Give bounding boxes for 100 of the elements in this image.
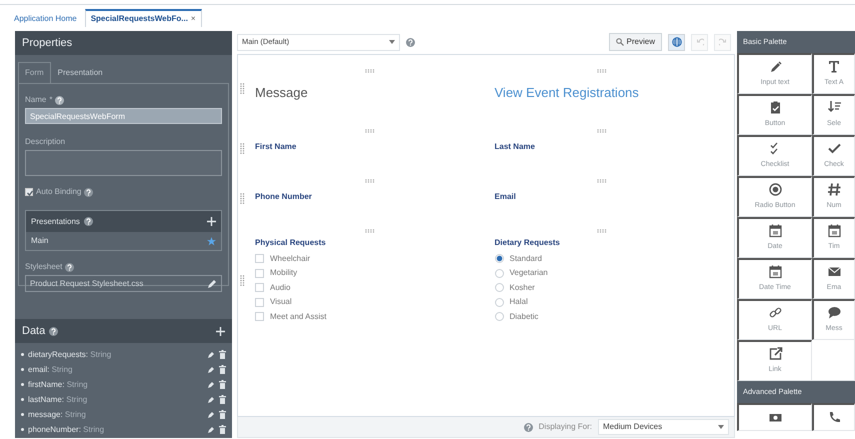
radio-button[interactable] — [494, 283, 504, 292]
checkbox[interactable] — [255, 312, 264, 322]
plus-icon[interactable] — [207, 217, 216, 226]
description-field[interactable] — [25, 150, 222, 176]
trash-icon[interactable] — [219, 365, 226, 374]
data-field[interactable]: lastName: String — [28, 394, 88, 406]
help-icon — [65, 262, 74, 272]
drag-handle-icon — [596, 178, 606, 182]
undo-icon — [696, 38, 704, 46]
radio-button[interactable] — [494, 298, 504, 307]
calendar-icon — [768, 264, 782, 280]
data-field[interactable]: phoneNumber: String — [28, 424, 104, 436]
speech-bubble-icon — [826, 305, 842, 320]
drag-handle-icon — [240, 142, 245, 154]
plus-icon[interactable] — [216, 326, 225, 336]
presentation-item[interactable]: Main — [26, 232, 221, 250]
field-label: Last Name — [494, 140, 536, 152]
document-tab[interactable]: SpecialRequestsWebFo... × — [84, 9, 202, 27]
drag-handle-icon — [596, 228, 606, 232]
footer-label: Displaying For: — [538, 421, 592, 433]
bullet-icon — [21, 398, 24, 401]
option-label: Wheelchair — [270, 252, 310, 265]
drag-handle-icon — [596, 69, 606, 73]
option-label: Visual — [270, 296, 292, 308]
radio-icon — [768, 182, 782, 198]
panel-tab[interactable]: Presentation — [50, 62, 110, 83]
caret-icon — [718, 425, 724, 429]
drag-handle-icon — [365, 69, 375, 73]
field-label: Name — [25, 94, 46, 106]
group-label: Physical Requests — [255, 236, 327, 248]
device-dropdown[interactable]: Medium Devices — [598, 419, 729, 435]
redo-icon — [718, 38, 726, 46]
bullet-icon — [21, 413, 24, 416]
help-icon — [84, 217, 93, 226]
option-label: Halal — [510, 296, 528, 308]
bullet-icon — [21, 368, 24, 371]
form-heading: Message — [255, 84, 309, 102]
trash-icon[interactable] — [219, 395, 226, 404]
field-label: Email — [494, 190, 517, 202]
option-label: Diabetic — [510, 310, 538, 323]
checkbox[interactable] — [25, 188, 33, 196]
trash-icon[interactable] — [219, 380, 226, 389]
drag-handle-icon — [240, 192, 245, 204]
required-mark: * — [49, 94, 52, 106]
bullet-icon — [21, 383, 24, 386]
group-label: Dietary Requests — [494, 236, 561, 248]
caret-icon — [389, 40, 395, 44]
help-icon — [49, 326, 58, 336]
close-button[interactable]: × — [190, 14, 196, 24]
help-icon — [524, 422, 533, 432]
option-label: Meet and Assist — [270, 310, 326, 323]
checkbox[interactable] — [255, 254, 264, 264]
field-label: Stylesheet — [25, 261, 62, 273]
calendar-icon — [768, 223, 782, 238]
name-field[interactable]: SpecialRequestsWebForm — [25, 108, 222, 124]
checkbox[interactable] — [255, 283, 264, 292]
drag-handle-icon — [240, 83, 245, 94]
bullet-icon — [21, 428, 24, 431]
presentation-name: Main — [31, 235, 48, 247]
drag-handle-icon — [365, 128, 375, 132]
trash-icon[interactable] — [219, 410, 226, 419]
bullet-icon — [21, 353, 24, 356]
globe-button[interactable] — [668, 34, 685, 50]
link[interactable]: View Event Registrations — [494, 83, 639, 102]
option-label: Audio — [270, 282, 290, 294]
drag-handle-icon — [365, 228, 375, 232]
checkbox[interactable] — [255, 268, 264, 278]
help-icon — [84, 188, 94, 196]
trash-icon[interactable] — [219, 425, 226, 434]
data-field[interactable]: message: String — [28, 408, 86, 420]
search-icon — [616, 38, 624, 46]
stylesheet-field[interactable]: Product Request Stylesheet.css — [25, 275, 222, 292]
data-field[interactable]: firstName: String — [28, 378, 88, 390]
help-icon — [55, 96, 64, 104]
checkbox[interactable] — [255, 298, 264, 307]
drag-handle-icon — [240, 274, 245, 286]
palette-item[interactable] — [812, 403, 855, 431]
document-tab[interactable]: Application Home — [8, 10, 83, 27]
preview-button[interactable]: Preview — [608, 33, 662, 51]
calendar-icon — [826, 223, 842, 238]
checkbox-label: Auto Binding — [36, 186, 82, 198]
field-label: Phone Number — [255, 190, 313, 202]
data-field[interactable]: email: String — [28, 364, 72, 376]
text-icon — [826, 59, 842, 74]
data-field[interactable]: dietaryRequests: String — [28, 348, 112, 360]
globe-icon — [672, 37, 682, 47]
option-label: Vegetarian — [510, 267, 548, 280]
panel-tab[interactable]: Form — [18, 62, 51, 83]
radio-button[interactable] — [494, 312, 504, 322]
option-label: Kosher — [510, 282, 535, 294]
pencil-icon[interactable] — [207, 278, 217, 288]
drag-handle-icon — [596, 128, 606, 132]
radio-button[interactable] — [494, 268, 504, 278]
radio-button[interactable] — [494, 254, 504, 264]
chain-icon — [768, 305, 782, 320]
hash-icon — [826, 182, 842, 198]
help-icon — [406, 38, 415, 46]
palette-item[interactable] — [737, 403, 812, 431]
external-link-icon — [768, 346, 782, 362]
trash-icon[interactable] — [219, 350, 226, 359]
